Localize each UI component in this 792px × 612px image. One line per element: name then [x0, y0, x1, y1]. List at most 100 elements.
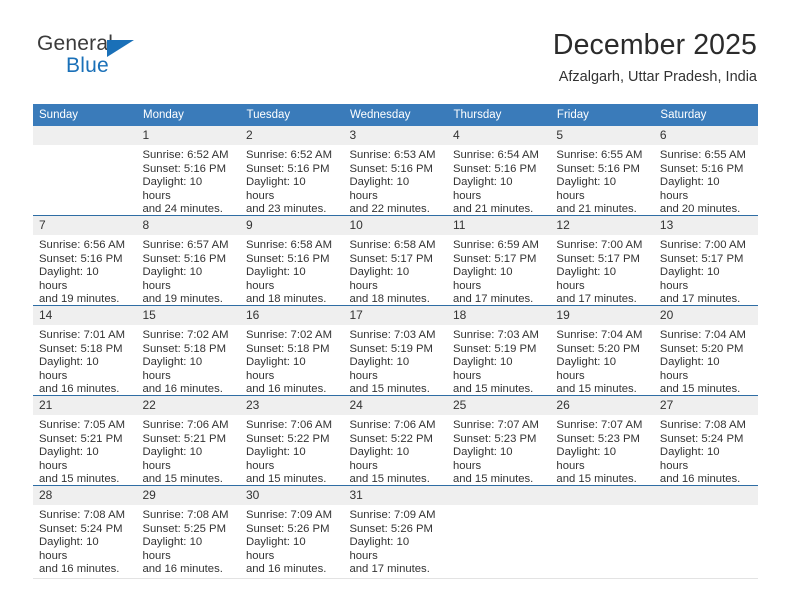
sunrise-text: Sunrise: 6:55 AM	[659, 149, 746, 161]
day-details: Sunrise: 7:07 AM Sunset: 5:23 PM Daylight:…	[550, 415, 653, 487]
daylight-text-line2: and 16 minutes.	[245, 563, 327, 576]
weekday-header-tuesday: Tuesday	[239, 104, 344, 126]
calendar-day-cell[interactable]: 24 Sunrise: 7:06 AM Sunset: 5:22 PM Dayligh…	[343, 395, 447, 486]
sunrise-text: Sunrise: 7:03 AM	[349, 329, 436, 341]
day-number: 6	[653, 126, 758, 145]
calendar-day-cell[interactable]: 9 Sunrise: 6:58 AM Sunset: 5:16 PM Daylight…	[239, 215, 344, 306]
calendar-day-cell[interactable]: 19 Sunrise: 7:04 AM Sunset: 5:20 PM Dayligh…	[550, 305, 654, 396]
calendar-day-cell[interactable]: 7 Sunrise: 6:56 AM Sunset: 5:16 PM Daylight…	[33, 215, 137, 306]
calendar-day-cell[interactable]: 4 Sunrise: 6:54 AM Sunset: 5:16 PM Daylight…	[446, 126, 551, 216]
calendar-day-cell[interactable]: 21 Sunrise: 7:05 AM Sunset: 5:21 PM Dayligh…	[33, 395, 137, 486]
calendar-day-cell[interactable]: 1 Sunrise: 6:52 AM Sunset: 5:16 PM Daylight…	[136, 126, 240, 216]
sunrise-text: Sunrise: 6:57 AM	[142, 239, 229, 251]
sunrise-text: Sunrise: 7:06 AM	[142, 419, 229, 431]
calendar-day-cell[interactable]: 20 Sunrise: 7:04 AM Sunset: 5:20 PM Dayligh…	[653, 305, 758, 396]
calendar-day-cell[interactable]: 3 Sunrise: 6:53 AM Sunset: 5:16 PM Daylight…	[343, 126, 447, 216]
weekday-header-wednesday: Wednesday	[343, 104, 448, 126]
sunset-text: Sunset: 5:19 PM	[349, 342, 433, 355]
day-details: Sunrise: 7:08 AM Sunset: 5:24 PM Daylight:…	[33, 505, 136, 577]
sunset-text: Sunset: 5:22 PM	[245, 432, 330, 445]
day-details: Sunrise: 6:57 AM Sunset: 5:16 PM Daylight:…	[136, 235, 239, 307]
calendar-week-row: 1 Sunrise: 6:52 AM Sunset: 5:16 PM Daylight…	[33, 126, 758, 216]
calendar-day-cell[interactable]: 12 Sunrise: 7:00 AM Sunset: 5:17 PM Dayligh…	[550, 215, 654, 306]
day-number: 13	[653, 216, 758, 235]
calendar-day-cell[interactable]: 17 Sunrise: 7:03 AM Sunset: 5:19 PM Dayligh…	[343, 305, 447, 396]
day-cell-inner: 19 Sunrise: 7:04 AM Sunset: 5:20 PM Dayligh…	[550, 306, 654, 395]
day-cell-inner: 11 Sunrise: 6:59 AM Sunset: 5:17 PM Dayligh…	[446, 216, 551, 306]
weekday-header-monday: Monday	[136, 104, 241, 126]
sunrise-text: Sunrise: 7:08 AM	[142, 509, 229, 521]
sunrise-text: Sunrise: 7:03 AM	[452, 329, 539, 341]
day-details: Sunrise: 7:08 AM Sunset: 5:24 PM Daylight:…	[654, 415, 758, 487]
calendar-day-cell[interactable]: 28 Sunrise: 7:08 AM Sunset: 5:24 PM Dayligh…	[33, 485, 137, 577]
day-cell-inner: 24 Sunrise: 7:06 AM Sunset: 5:22 PM Dayligh…	[343, 396, 447, 485]
day-cell-inner: 3 Sunrise: 6:53 AM Sunset: 5:16 PM Daylight…	[343, 126, 447, 215]
weekday-header-thursday: Thursday	[446, 104, 551, 126]
calendar-cell-empty	[33, 126, 137, 216]
calendar-day-cell[interactable]: 16 Sunrise: 7:02 AM Sunset: 5:18 PM Dayligh…	[239, 305, 344, 396]
daylight-text-line2: and 16 minutes.	[39, 563, 120, 576]
calendar-day-cell[interactable]: 23 Sunrise: 7:06 AM Sunset: 5:22 PM Dayligh…	[239, 395, 344, 487]
day-details: Sunrise: 7:06 AM Sunset: 5:22 PM Daylight:…	[240, 415, 343, 487]
calendar-day-cell[interactable]: 11 Sunrise: 6:59 AM Sunset: 5:17 PM Dayligh…	[446, 215, 551, 306]
daylight-text-line2: and 15 minutes.	[556, 473, 637, 486]
sunset-text: Sunset: 5:17 PM	[556, 252, 640, 265]
daylight-text-line1: Daylight: 10 hours	[452, 356, 513, 382]
calendar-day-cell[interactable]: 10 Sunrise: 6:58 AM Sunset: 5:17 PM Dayligh…	[343, 215, 447, 306]
calendar-day-cell[interactable]: 5 Sunrise: 6:55 AM Sunset: 5:16 PM Daylight…	[550, 126, 654, 216]
calendar-day-cell[interactable]: 8 Sunrise: 6:57 AM Sunset: 5:16 PM Daylight…	[136, 215, 240, 307]
day-cell-inner: 6 Sunrise: 6:55 AM Sunset: 5:16 PM Daylight…	[653, 126, 758, 216]
daylight-text-line2: and 17 minutes.	[659, 293, 741, 306]
bottom-divider	[33, 578, 758, 579]
day-number: 29	[136, 486, 240, 505]
sunrise-text: Sunrise: 6:55 AM	[556, 149, 643, 161]
weekday-header-sunday: Sunday	[33, 104, 137, 126]
calendar-day-cell[interactable]: 2 Sunrise: 6:52 AM Sunset: 5:16 PM Daylight…	[239, 126, 344, 216]
sunset-text: Sunset: 5:17 PM	[452, 252, 537, 265]
calendar-day-cell[interactable]: 30 Sunrise: 7:09 AM Sunset: 5:26 PM Dayligh…	[239, 485, 344, 577]
calendar-day-cell[interactable]: 31 Sunrise: 7:09 AM Sunset: 5:26 PM Dayligh…	[343, 485, 447, 575]
calendar-day-cell[interactable]: 15 Sunrise: 7:02 AM Sunset: 5:18 PM Dayligh…	[136, 305, 240, 396]
day-number: 21	[33, 396, 137, 415]
day-number: 15	[136, 306, 240, 325]
day-cell-inner: 10 Sunrise: 6:58 AM Sunset: 5:17 PM Dayligh…	[343, 216, 447, 305]
sunset-text: Sunset: 5:20 PM	[659, 342, 744, 355]
day-cell-inner: 28 Sunrise: 7:08 AM Sunset: 5:24 PM Dayligh…	[33, 486, 137, 577]
daylight-text-line2: and 17 minutes.	[452, 293, 534, 306]
sunrise-text: Sunrise: 7:00 AM	[659, 239, 746, 251]
sunset-text: Sunset: 5:16 PM	[245, 162, 330, 175]
calendar-day-cell[interactable]: 27 Sunrise: 7:08 AM Sunset: 5:24 PM Dayligh…	[653, 395, 758, 487]
day-cell-inner: 25 Sunrise: 7:07 AM Sunset: 5:23 PM Dayligh…	[446, 396, 551, 486]
calendar-day-cell[interactable]: 22 Sunrise: 7:06 AM Sunset: 5:21 PM Dayligh…	[136, 395, 240, 486]
day-number: 28	[33, 486, 137, 505]
day-number: 1	[136, 126, 240, 145]
daylight-text-line2: and 15 minutes.	[245, 473, 327, 486]
calendar-day-cell[interactable]: 6 Sunrise: 6:55 AM Sunset: 5:16 PM Daylight…	[653, 126, 758, 216]
daylight-text-line1: Daylight: 10 hours	[659, 176, 720, 202]
sunrise-text: Sunrise: 7:06 AM	[245, 419, 332, 431]
sunrise-text: Sunrise: 7:07 AM	[556, 419, 643, 431]
sunrise-text: Sunrise: 7:07 AM	[452, 419, 539, 431]
calendar-day-cell[interactable]: 26 Sunrise: 7:07 AM Sunset: 5:23 PM Dayligh…	[550, 395, 654, 487]
daylight-text-line1: Daylight: 10 hours	[556, 446, 617, 472]
daylight-text-line1: Daylight: 10 hours	[39, 266, 99, 292]
day-number: 3	[343, 126, 447, 145]
daylight-text-line2: and 15 minutes.	[452, 473, 534, 486]
daylight-text-line2: and 20 minutes.	[659, 203, 741, 216]
day-cell-inner	[550, 486, 654, 575]
day-cell-inner: 29 Sunrise: 7:08 AM Sunset: 5:25 PM Dayligh…	[136, 486, 240, 575]
calendar-day-cell[interactable]: 25 Sunrise: 7:07 AM Sunset: 5:23 PM Dayligh…	[446, 395, 551, 486]
day-details: Sunrise: 7:09 AM Sunset: 5:26 PM Daylight:…	[240, 505, 343, 577]
day-number: 24	[343, 396, 447, 415]
daylight-text-line1: Daylight: 10 hours	[39, 536, 99, 562]
day-number: 20	[653, 306, 758, 325]
sunrise-text: Sunrise: 7:09 AM	[245, 509, 332, 521]
sunrise-text: Sunrise: 6:52 AM	[245, 149, 332, 161]
calendar-day-cell[interactable]: 29 Sunrise: 7:08 AM Sunset: 5:25 PM Dayligh…	[136, 485, 240, 575]
calendar-day-cell[interactable]: 18 Sunrise: 7:03 AM Sunset: 5:19 PM Dayligh…	[446, 305, 551, 396]
calendar-day-cell[interactable]: 14 Sunrise: 7:01 AM Sunset: 5:18 PM Dayligh…	[33, 305, 137, 396]
calendar-day-cell[interactable]: 13 Sunrise: 7:00 AM Sunset: 5:17 PM Dayligh…	[653, 215, 758, 306]
general-blue-logo: General Blue	[33, 32, 203, 82]
sunrise-text: Sunrise: 7:04 AM	[659, 329, 746, 341]
sunset-text: Sunset: 5:24 PM	[39, 522, 123, 535]
